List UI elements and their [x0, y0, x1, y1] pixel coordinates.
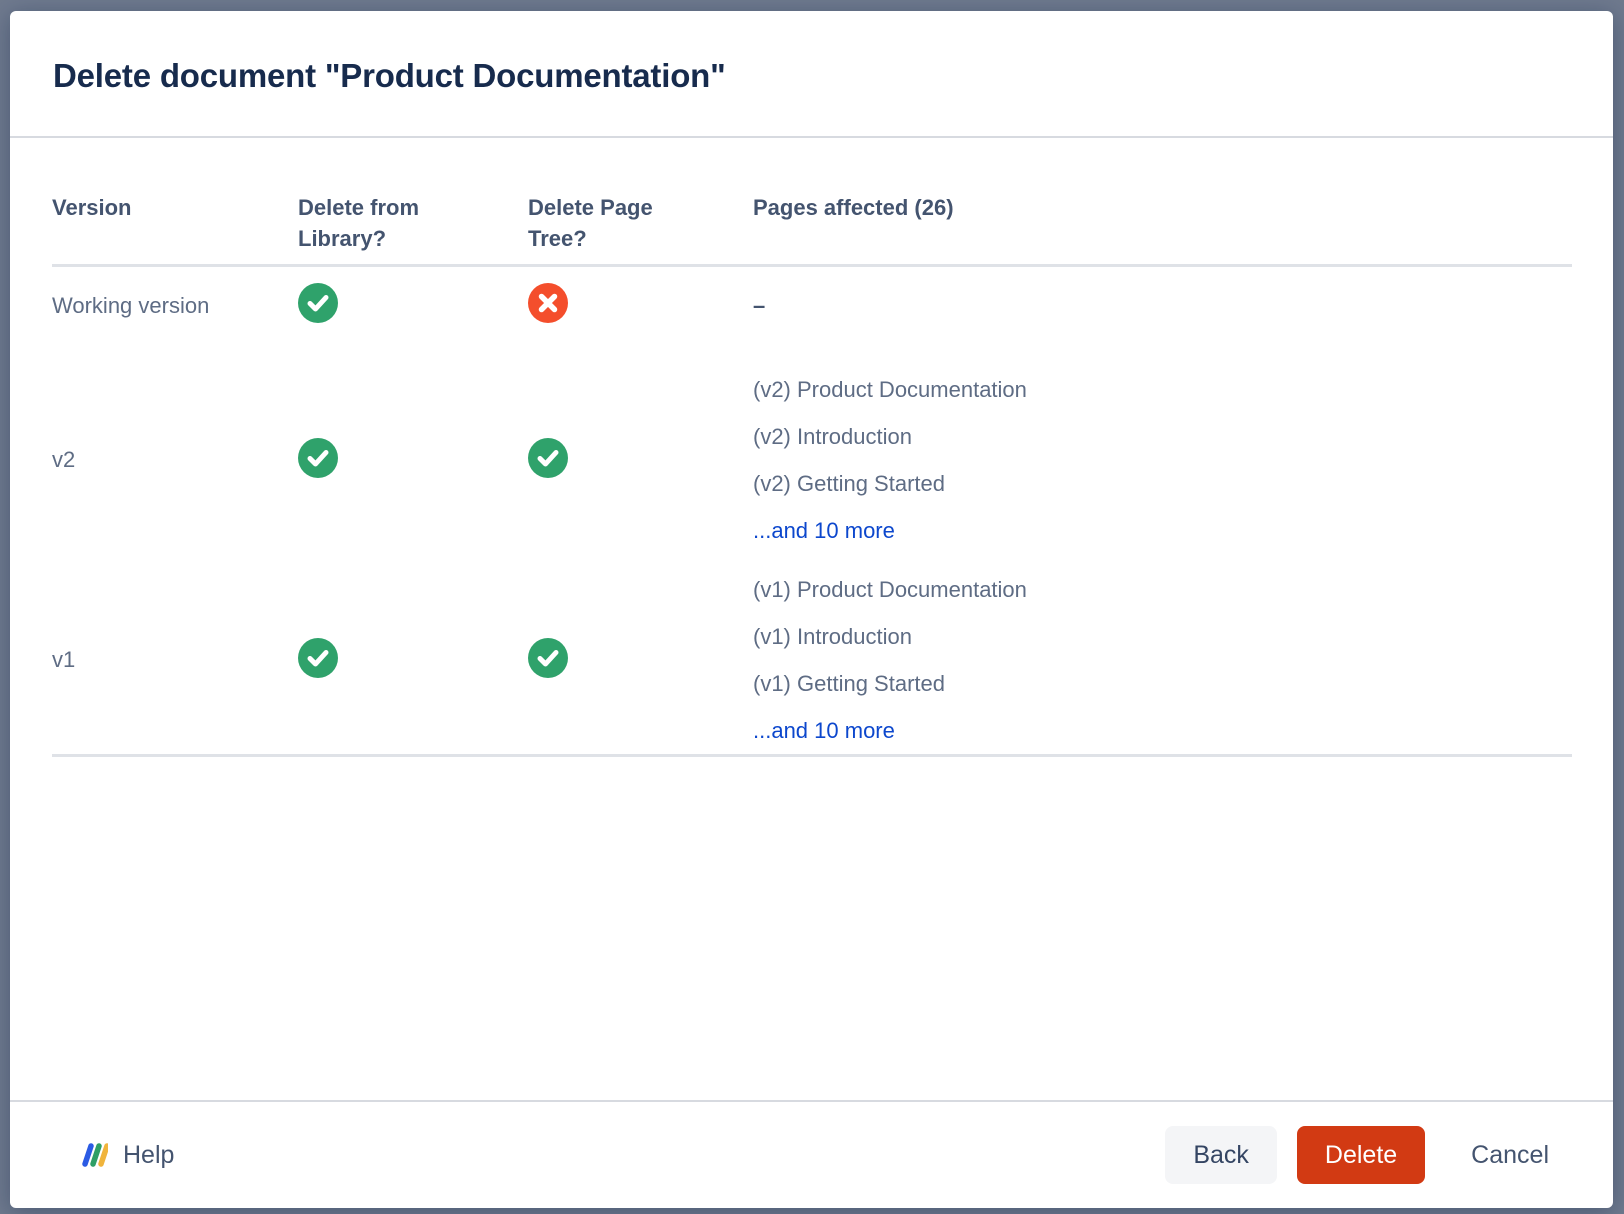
back-button[interactable]: Back — [1165, 1126, 1277, 1184]
column-header-version: Version — [52, 192, 298, 223]
delete-button[interactable]: Delete — [1297, 1126, 1425, 1184]
check-circle-icon — [528, 638, 568, 678]
column-header-delete-from-library: Delete from Library? — [298, 192, 476, 254]
page-item: (v2) Introduction — [753, 413, 1572, 460]
help-label: Help — [123, 1141, 174, 1170]
delete-document-dialog: Delete document "Product Documentation" … — [10, 11, 1613, 1208]
pages-affected-list: (v2) Product Documentation (v2) Introduc… — [753, 366, 1572, 554]
scroll-apps-logo-icon — [78, 1141, 108, 1169]
cross-circle-icon — [528, 283, 568, 323]
table-bottom-divider — [52, 754, 1572, 757]
page-item: (v1) Introduction — [753, 613, 1572, 660]
table-row-working-version: Working version – — [52, 267, 1572, 334]
page-item: (v1) Product Documentation — [753, 566, 1572, 613]
table-row-v2: v2 (v2) Product Documentation (v2) Intro… — [52, 334, 1572, 554]
check-circle-icon — [298, 283, 338, 323]
dialog-header: Delete document "Product Documentation" — [10, 11, 1613, 138]
dialog-title: Delete document "Product Documentation" — [53, 56, 1570, 96]
help-link[interactable]: Help — [78, 1141, 174, 1170]
dialog-footer: Help Back Delete Cancel — [10, 1100, 1613, 1208]
pages-affected-placeholder: – — [753, 286, 1572, 326]
check-circle-icon — [298, 438, 338, 478]
column-header-pages-affected: Pages affected (26) — [753, 192, 1572, 223]
and-more-link[interactable]: ...and 10 more — [753, 507, 895, 554]
version-label: Working version — [52, 286, 298, 326]
table-row-v1: v1 (v1) Product Documentation (v1) Intro… — [52, 554, 1572, 754]
page-item: (v2) Getting Started — [753, 460, 1572, 507]
check-circle-icon — [298, 638, 338, 678]
table-header-row: Version Delete from Library? Delete Page… — [52, 138, 1572, 267]
column-header-delete-page-tree: Delete Page Tree? — [528, 192, 706, 254]
pages-affected-list: (v1) Product Documentation (v1) Introduc… — [753, 566, 1572, 754]
version-label: v1 — [52, 640, 298, 680]
dialog-body: Version Delete from Library? Delete Page… — [10, 138, 1613, 1100]
check-circle-icon — [528, 438, 568, 478]
page-item: (v2) Product Documentation — [753, 366, 1572, 413]
version-label: v2 — [52, 440, 298, 480]
page-item: (v1) Getting Started — [753, 660, 1572, 707]
and-more-link[interactable]: ...and 10 more — [753, 707, 895, 754]
cancel-button[interactable]: Cancel — [1469, 1126, 1551, 1184]
